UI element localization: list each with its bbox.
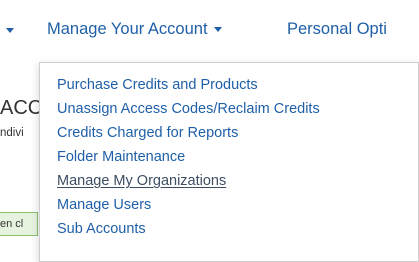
menu-item-unassign-access-codes[interactable]: Unassign Access Codes/Reclaim Credits	[57, 101, 320, 117]
menu-item-manage-users[interactable]: Manage Users	[57, 197, 151, 213]
page-subtext-fragment: ndivi	[0, 127, 24, 139]
nav-personal-options-label: Personal Opti	[287, 20, 387, 38]
chevron-down-icon	[213, 27, 222, 33]
menu-item-folder-maintenance[interactable]: Folder Maintenance	[57, 149, 185, 165]
manage-account-dropdown-menu: Purchase Credits and Products Unassign A…	[39, 62, 419, 262]
nav-manage-your-account-label: Manage Your Account	[47, 20, 208, 38]
nav-personal-options[interactable]: Personal Opti	[287, 20, 387, 39]
alert-text: en cl	[0, 218, 24, 230]
menu-item-manage-my-organizations[interactable]: Manage My Organizations	[57, 173, 226, 189]
chevron-down-icon[interactable]	[6, 28, 14, 33]
alert-banner-fragment: en cl	[0, 212, 38, 236]
top-navbar: Manage Your Account Personal Opti	[0, 0, 419, 64]
nav-manage-your-account[interactable]: Manage Your Account	[47, 20, 222, 39]
menu-item-credits-charged[interactable]: Credits Charged for Reports	[57, 125, 238, 141]
menu-item-sub-accounts[interactable]: Sub Accounts	[57, 221, 146, 237]
page-heading-fragment: ACC	[0, 97, 40, 119]
menu-item-purchase-credits[interactable]: Purchase Credits and Products	[57, 77, 258, 93]
